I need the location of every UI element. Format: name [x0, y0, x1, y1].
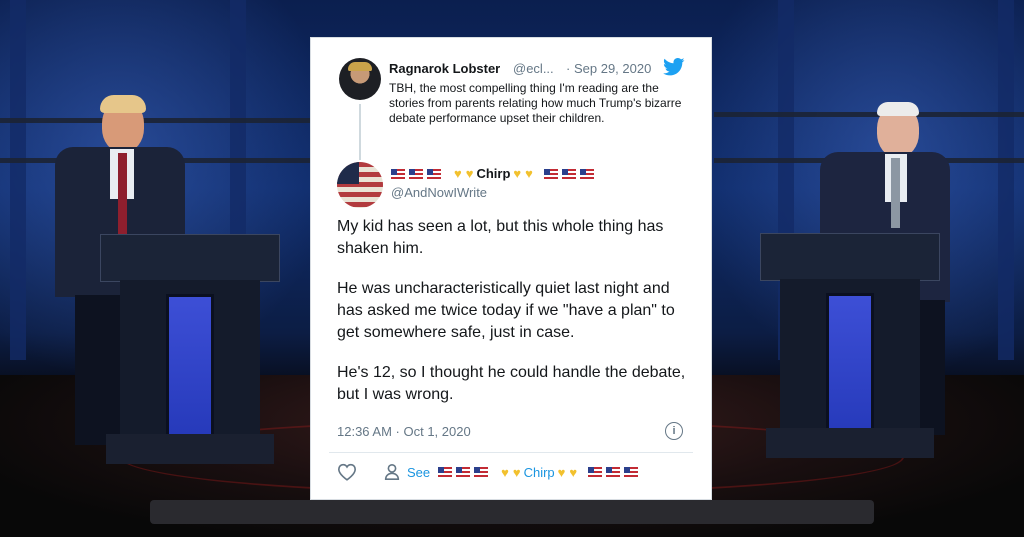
right-speaker-tie: [891, 158, 900, 228]
parent-tweet-avatar[interactable]: [339, 58, 381, 100]
yellow-heart-icon: ♥: [569, 464, 578, 480]
left-speaker-hair: [100, 95, 146, 113]
see-profile-link[interactable]: See ♥ ♥ Chirp ♥ ♥: [407, 465, 640, 480]
tweet-divider: [329, 452, 693, 453]
yellow-heart-icon: ♥: [512, 464, 521, 480]
right-podium-panel: [826, 293, 874, 449]
stage-pillar: [10, 0, 26, 360]
flag-icon: [606, 467, 621, 477]
flag-icon: [624, 467, 639, 477]
reply-tweet-author-name[interactable]: ♥ ♥ Chirp ♥ ♥: [391, 166, 596, 181]
left-speaker-tie: [118, 153, 127, 238]
flag-icon: [474, 467, 489, 477]
flag-icon: [438, 467, 453, 477]
left-podium-panel: [166, 294, 214, 450]
yellow-heart-icon: ♥: [465, 166, 474, 181]
heart-outline-icon[interactable]: [337, 463, 357, 481]
parent-tweet-author-name[interactable]: Ragnarok Lobster: [389, 61, 500, 76]
thread-connector-line: [359, 104, 361, 160]
stage-front-edge: [150, 500, 874, 524]
reply-tweet-handle[interactable]: @AndNowIWrite: [391, 185, 487, 200]
reply-tweet-avatar[interactable]: [337, 162, 383, 208]
left-podium: [100, 234, 280, 464]
parent-tweet-date[interactable]: · Sep 29, 2020: [566, 61, 651, 76]
stage-pillar: [998, 0, 1014, 360]
flag-icon: [427, 168, 441, 179]
parent-tweet-handle[interactable]: @ecl...: [513, 61, 554, 76]
date-separator: ·: [566, 61, 571, 76]
tweet-timestamp[interactable]: 12:36 AM · Oct 1, 2020: [337, 424, 471, 439]
parent-tweet-text: TBH, the most compelling thing I'm readi…: [389, 81, 682, 125]
right-podium: [760, 233, 940, 458]
see-profile-name: Chirp: [523, 464, 555, 480]
see-label: See: [407, 464, 431, 480]
yellow-heart-icon: ♥: [454, 166, 462, 181]
flag-icon: [561, 168, 576, 179]
flag-icon: [579, 168, 594, 179]
yellow-heart-icon: ♥: [513, 166, 522, 181]
parent-tweet-date-text: Sep 29, 2020: [573, 61, 652, 76]
flag-icon: [588, 467, 603, 477]
flag-icon: [456, 467, 471, 477]
person-icon[interactable]: [383, 463, 401, 481]
tweet-paragraph: He was uncharacteristically quiet last n…: [337, 280, 675, 341]
right-speaker-hair: [877, 102, 919, 116]
tweet-paragraph: My kid has seen a lot, but this whole th…: [337, 218, 664, 257]
twitter-bird-icon[interactable]: [663, 58, 685, 76]
yellow-heart-icon: ♥: [525, 166, 533, 181]
tweet-card: Ragnarok Lobster @ecl... · Sep 29, 2020 …: [310, 37, 712, 500]
reply-display-name: Chirp: [476, 166, 511, 181]
flag-icon: [391, 168, 405, 179]
tweet-actions-bar: See ♥ ♥ Chirp ♥ ♥: [337, 463, 640, 481]
yellow-heart-icon: ♥: [557, 464, 566, 480]
tweet-paragraph: He's 12, so I thought he could handle th…: [337, 364, 686, 403]
flag-icon: [409, 168, 423, 179]
reply-tweet-body: My kid has seen a lot, but this whole th…: [337, 216, 697, 424]
info-icon[interactable]: i: [665, 422, 683, 440]
flag-icon: [543, 168, 558, 179]
yellow-heart-icon: ♥: [501, 464, 509, 480]
